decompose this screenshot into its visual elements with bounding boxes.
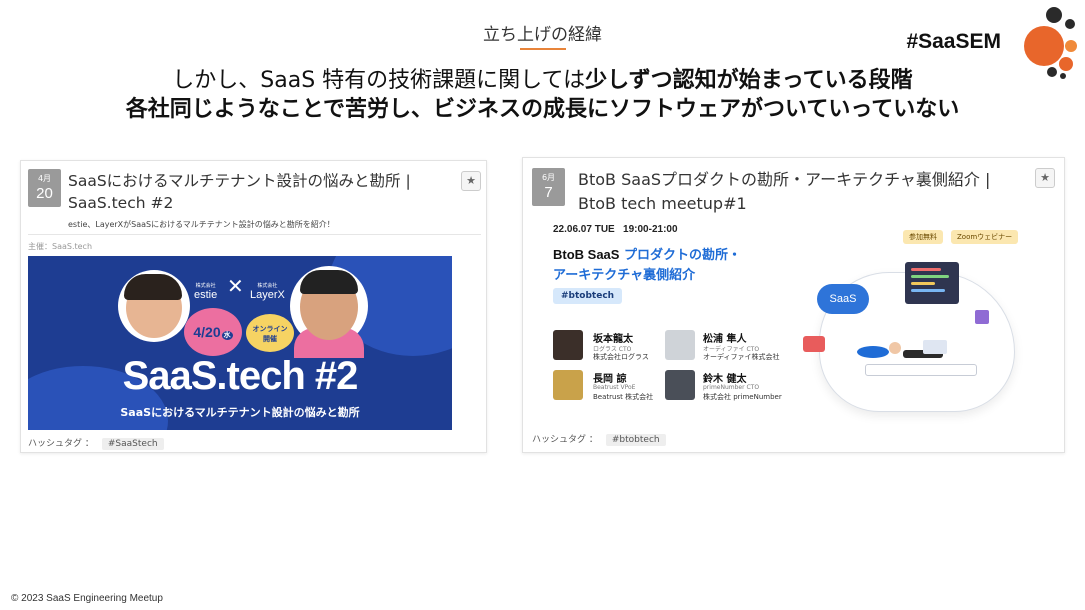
banner-title: SaaS.tech #2 [122, 354, 359, 398]
laptop-base [865, 364, 977, 376]
speaker-role: Beatrust VPoE [593, 384, 636, 391]
hashtag-chip[interactable]: #SaaStech [101, 438, 164, 450]
banner-brand-estie: 株式会社 estie [194, 282, 217, 301]
event-card-saastech[interactable]: 4月 20 SaaSにおけるマルチテナント設計の悩みと勘所 | SaaS.tec… [20, 160, 487, 453]
banner-date: 4/20 [193, 324, 221, 340]
plugin-icon [975, 310, 989, 324]
speaker-company: オーディファイ株式会社 [703, 353, 780, 361]
banner-cross-icon: ✕ [227, 274, 244, 298]
saas-cloud-icon: SaaS [817, 284, 869, 314]
banner-online-bubble: オンライン 開催 [246, 314, 294, 352]
speaker-name: 長岡 諒 [593, 374, 627, 385]
banner-brand-layerx-small: 株式会社 [257, 283, 278, 289]
event-title[interactable]: BtoB SaaSプロダクトの勘所・アーキテクチャ裏側紹介 | BtoB tec… [578, 168, 990, 216]
event-title-line2: BtoB tech meetup#1 [578, 194, 747, 213]
divider [28, 234, 481, 235]
speaker-name: 鈴木 健太 [703, 374, 747, 385]
speaker-avatar [665, 370, 695, 400]
badge-zoom: Zoomウェビナー [951, 230, 1019, 244]
hashtag-row: ハッシュタグ ： #btobtech [532, 432, 666, 446]
brand-hashtag: #SaaSEM [906, 30, 1001, 53]
badge-free: 参加無料 [903, 230, 943, 244]
bookmark-star-button[interactable]: ★ [1035, 168, 1055, 188]
hashtag-label: ハッシュタグ ： [532, 435, 598, 445]
event-day: 7 [544, 184, 553, 201]
banner-date: 22.06.07 TUE 19:00-21:00 [553, 224, 678, 235]
event-day: 20 [36, 185, 53, 202]
chat-icon [803, 336, 825, 352]
banner-hashtag: #btobtech [553, 288, 623, 304]
banner-title-line1: BtoB SaaS プロダクトの勘所・ [553, 244, 741, 263]
speaker-photo [118, 270, 190, 342]
speaker-avatar [553, 370, 583, 400]
headline-line-1: しかし、SaaS 特有の技術課題に関しては少しずつ認知が始まっている段階 [0, 62, 1085, 94]
speaker-name: 松浦 隼人 [703, 334, 747, 345]
event-date-badge: 6月 7 [532, 168, 565, 206]
section-underline [520, 48, 566, 50]
banner-online: オンライン [252, 325, 288, 333]
hashtag-chip[interactable]: #btobtech [605, 434, 666, 446]
event-date-badge: 4月 20 [28, 169, 61, 207]
headline-line-1-emphasis: 少しずつ認知が始まっている段階 [585, 68, 913, 93]
bookmark-star-button[interactable]: ★ [461, 171, 481, 191]
banner-date-weekday: 水 [221, 331, 233, 340]
speaker-name: 坂本龍太 [593, 334, 633, 345]
headline-line-2: 各社同じようなことで苦労し、ビジネスの成長にソフトウェアがついていっていない [125, 97, 960, 122]
banner-brand-estie-small: 株式会社 [195, 283, 216, 289]
person-with-laptop-icon [857, 340, 947, 358]
speaker-avatar [665, 330, 695, 360]
event-banner-image[interactable]: 株式会社 estie ✕ 株式会社 LayerX 4/20 水 オンライン 開催 Saa… [28, 256, 452, 430]
speaker-company: 株式会社 primeNumber [703, 393, 782, 401]
banner-subtitle: SaaSにおけるマルチテナント設計の悩みと勘所 [120, 406, 360, 419]
event-title[interactable]: SaaSにおけるマルチテナント設計の悩みと勘所 | SaaS.tech #2 [68, 170, 411, 214]
speaker-photo [290, 266, 368, 358]
event-month: 6月 [541, 173, 556, 182]
code-window-icon [905, 262, 959, 304]
speaker-company: 株式会社ログラス [593, 353, 649, 361]
headline-line-1-lead: しかし、SaaS 特有の技術課題に関しては [172, 68, 586, 93]
banner-brand-layerx: 株式会社 LayerX [250, 282, 285, 301]
banner-brand-estie-name: estie [194, 289, 218, 301]
event-banner-image[interactable]: 22.06.07 TUE 19:00-21:00 BtoB SaaS プロダクト… [533, 218, 1053, 423]
banner-brand-layerx-name: LayerX [250, 289, 285, 301]
speaker-avatar [553, 330, 583, 360]
banner-title-rest: プロダクトの勘所・ [619, 248, 741, 263]
hashtag-label: ハッシュタグ ： [28, 439, 94, 449]
event-host: 主催：SaaS.tech [28, 242, 93, 251]
hashtag-row: ハッシュタグ ： #SaaStech [28, 436, 164, 450]
banner-title-line2: アーキテクチャ裏側紹介 [553, 268, 696, 283]
event-card-btobtech[interactable]: 6月 7 BtoB SaaSプロダクトの勘所・アーキテクチャ裏側紹介 | Bto… [522, 157, 1065, 453]
event-month: 4月 [37, 174, 52, 183]
event-title-line1: BtoB SaaSプロダクトの勘所・アーキテクチャ裏側紹介 | [578, 170, 991, 189]
banner-online-2: 開催 [263, 335, 277, 343]
banner-title-btob: BtoB SaaS [553, 247, 620, 262]
event-title-line1: SaaSにおけるマルチテナント設計の悩みと勘所 | [68, 172, 411, 190]
speaker-role: primeNumber CTO [703, 384, 760, 391]
banner-date-bubble: 4/20 水 [184, 308, 242, 356]
footer-copyright: © 2023 SaaS Engineering Meetup [11, 593, 163, 604]
event-title-line2: SaaS.tech #2 [68, 194, 174, 212]
speaker-company: Beatrust 株式会社 [593, 393, 654, 401]
event-description: estie、LayerXがSaaSにおけるマルチテナント設計の悩みと勘所を紹介！ [68, 220, 335, 229]
